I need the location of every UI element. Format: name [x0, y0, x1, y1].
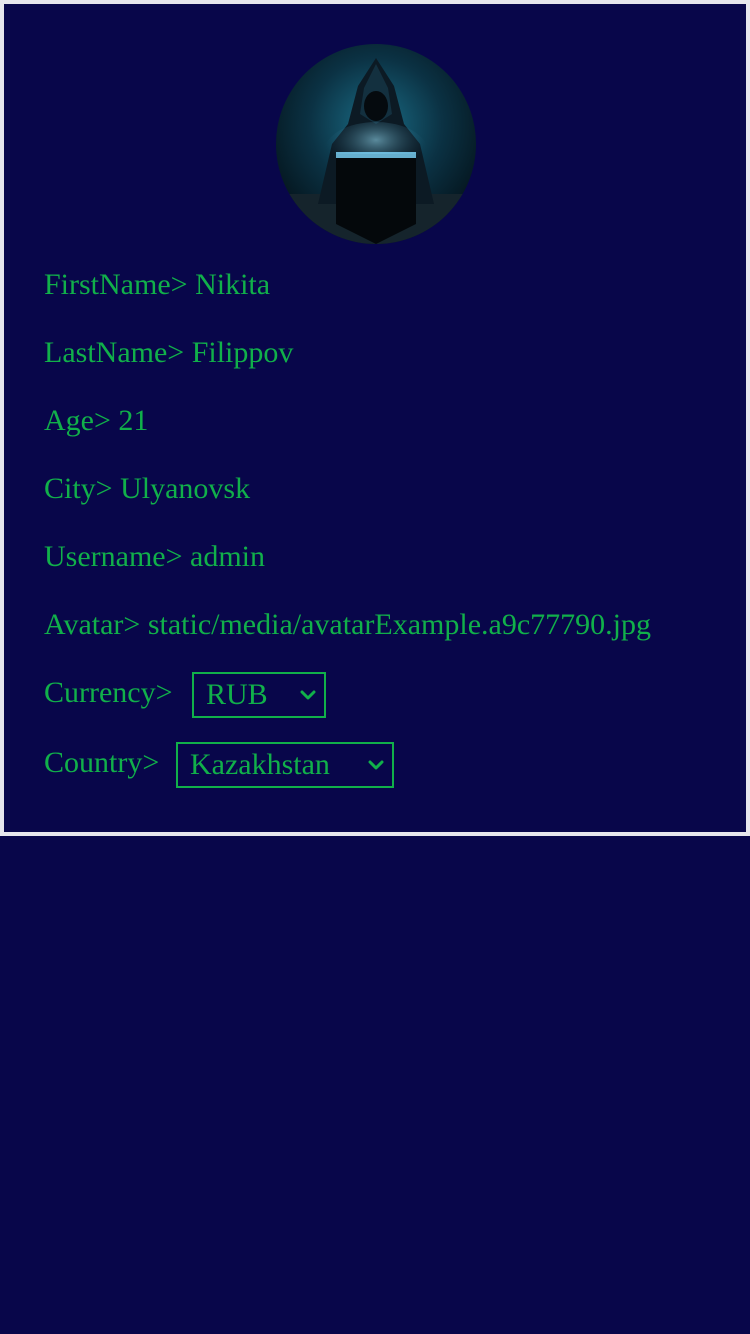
hooded-hacker-avatar-image — [276, 44, 476, 244]
username-row: Username> admin — [44, 540, 265, 574]
avatar-path-row: Avatar> static/media/avatarExample.a9c77… — [44, 608, 651, 642]
country-selected-value: Kazakhstan — [190, 748, 330, 781]
age-row: Age> 21 — [44, 404, 148, 438]
first-name-label: FirstName> — [44, 268, 196, 301]
country-select[interactable]: Kazakhstan — [176, 742, 394, 788]
currency-select[interactable]: RUB — [192, 672, 326, 718]
city-label: City> — [44, 472, 121, 505]
city-row: City> Ulyanovsk — [44, 472, 250, 506]
age-value: 21 — [118, 404, 149, 437]
first-name-value: Nikita — [195, 268, 271, 301]
avatar-path-label: Avatar> — [44, 608, 148, 641]
username-label: Username> — [44, 540, 191, 573]
chevron-down-icon — [368, 760, 384, 770]
last-name-value: Filippov — [191, 336, 294, 369]
username-value: admin — [190, 540, 266, 573]
currency-selected-value: RUB — [206, 678, 268, 711]
chevron-down-icon — [300, 690, 316, 700]
profile-card: FirstName> Nikita LastName> Filippov Age… — [0, 0, 750, 836]
avatar-path-value: static/media/avatarExample.a9c77790.jpg — [147, 608, 651, 641]
last-name-row: LastName> Filippov — [44, 336, 293, 370]
currency-label: Currency> — [44, 676, 173, 709]
age-label: Age> — [44, 404, 119, 437]
city-value: Ulyanovsk — [120, 472, 251, 505]
first-name-row: FirstName> Nikita — [44, 268, 270, 302]
last-name-label: LastName> — [44, 336, 192, 369]
country-label: Country> — [44, 746, 160, 779]
avatar — [276, 44, 476, 244]
